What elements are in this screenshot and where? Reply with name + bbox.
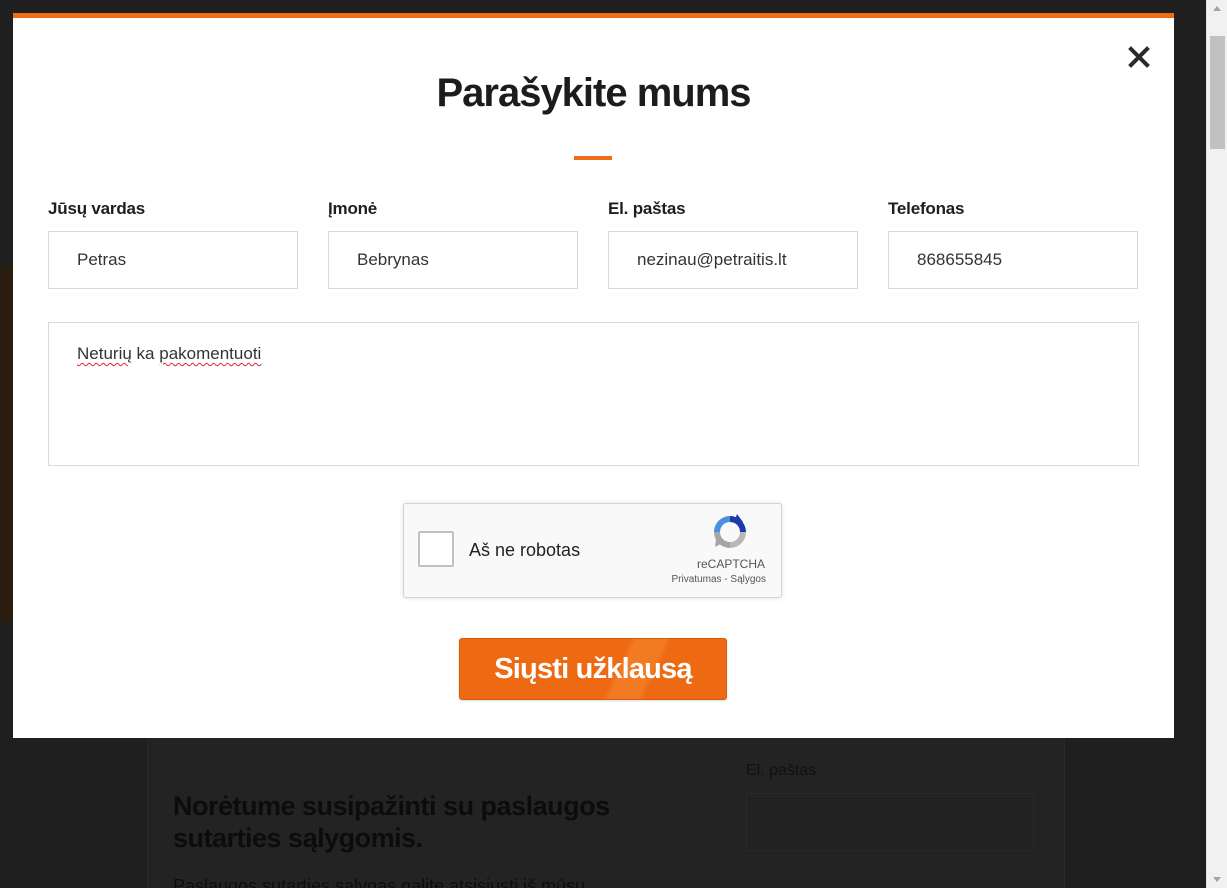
recaptcha-link-separator: - bbox=[724, 574, 728, 585]
close-button[interactable] bbox=[1126, 44, 1152, 70]
title-accent-line bbox=[574, 156, 612, 160]
comment-word: ka bbox=[136, 344, 155, 363]
recaptcha-brand: reCAPTCHA bbox=[696, 557, 765, 571]
scroll-thumb[interactable] bbox=[1210, 36, 1225, 149]
recaptcha-logo-icon bbox=[714, 514, 746, 548]
recaptcha-terms-link[interactable]: Sąlygos bbox=[730, 574, 766, 585]
email-label: El. paštas bbox=[608, 199, 686, 218]
modal-title: Parašykite mums bbox=[436, 71, 751, 115]
recaptcha-links: Privatumas - Sąlygos bbox=[672, 574, 767, 585]
phone-label: Telefonas bbox=[888, 199, 965, 218]
contact-modal: Parašykite mums Jūsų vardas Įmonė El. pa… bbox=[13, 13, 1174, 738]
recaptcha-privacy-link[interactable]: Privatumas bbox=[672, 574, 722, 585]
comment-word-misspelled: Neturių bbox=[77, 344, 132, 363]
name-label: Jūsų vardas bbox=[48, 199, 146, 218]
close-icon bbox=[1128, 46, 1150, 68]
name-field[interactable] bbox=[48, 231, 298, 289]
comment-word-misspelled: pakomentuoti bbox=[159, 344, 262, 363]
comment-textarea[interactable]: Neturių ka pakomentuoti bbox=[48, 322, 1139, 466]
background-heading: Norėtume susipažinti su paslaugos sutart… bbox=[173, 791, 610, 853]
company-field[interactable] bbox=[328, 231, 578, 289]
recaptcha-label: Aš ne robotas bbox=[469, 540, 581, 560]
background-image-strip bbox=[0, 266, 13, 622]
page-scrollbar[interactable] bbox=[1206, 0, 1227, 888]
recaptcha-widget: Aš ne robotas reCAPTCHA Privatumas - Sąl… bbox=[403, 503, 782, 598]
background-email-label: El. paštas bbox=[746, 762, 817, 779]
submit-button[interactable]: Siųsti užklausą bbox=[459, 638, 727, 700]
scroll-down-arrow-icon[interactable] bbox=[1213, 877, 1221, 882]
email-field[interactable] bbox=[608, 231, 858, 289]
recaptcha-checkbox[interactable] bbox=[418, 531, 454, 567]
scroll-up-arrow-icon[interactable] bbox=[1213, 6, 1221, 11]
background-paragraph: Paslaugos sutarties sąlygas galite atsis… bbox=[173, 876, 586, 888]
background-email-input bbox=[746, 793, 1034, 851]
company-label: Įmonė bbox=[328, 199, 378, 218]
phone-field[interactable] bbox=[888, 231, 1138, 289]
